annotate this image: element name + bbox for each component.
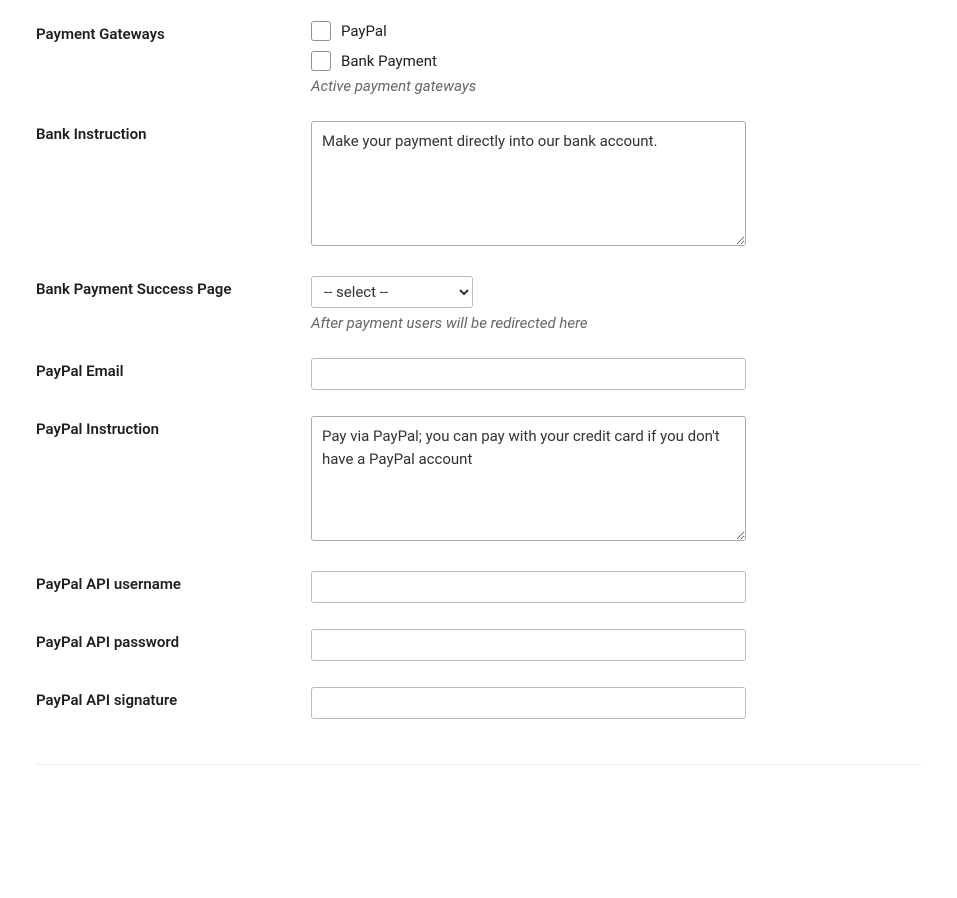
row-bank-success-page: Bank Payment Success Page -- select -- A…: [36, 270, 921, 352]
row-paypal-instruction: PayPal Instruction Pay via PayPal; you c…: [36, 410, 921, 565]
row-bank-instruction: Bank Instruction Make your payment direc…: [36, 115, 921, 270]
textarea-paypal-instruction[interactable]: Pay via PayPal; you can pay with your cr…: [311, 416, 746, 541]
label-paypal-instruction: PayPal Instruction: [36, 410, 311, 565]
label-payment-gateways: Payment Gateways: [36, 15, 311, 115]
textarea-bank-instruction[interactable]: Make your payment directly into our bank…: [311, 121, 746, 246]
checkbox-paypal[interactable]: [311, 21, 331, 41]
label-paypal-email: PayPal Email: [36, 352, 311, 410]
select-bank-success-page[interactable]: -- select --: [311, 276, 473, 308]
input-paypal-api-password[interactable]: [311, 629, 746, 661]
label-paypal-api-signature: PayPal API signature: [36, 681, 311, 739]
settings-form-table: Payment Gateways PayPal Bank Payment Act…: [36, 15, 921, 739]
label-paypal-api-password: PayPal API password: [36, 623, 311, 681]
checkbox-row-paypal: PayPal: [311, 21, 911, 41]
label-bank-success-page: Bank Payment Success Page: [36, 270, 311, 352]
label-paypal-api-username: PayPal API username: [36, 565, 311, 623]
checkbox-row-bank: Bank Payment: [311, 51, 911, 71]
row-paypal-api-signature: PayPal API signature: [36, 681, 921, 739]
row-paypal-api-password: PayPal API password: [36, 623, 921, 681]
row-payment-gateways: Payment Gateways PayPal Bank Payment Act…: [36, 15, 921, 115]
input-paypal-api-signature[interactable]: [311, 687, 746, 719]
checkbox-label-paypal: PayPal: [341, 22, 387, 40]
checkbox-bank[interactable]: [311, 51, 331, 71]
input-paypal-api-username[interactable]: [311, 571, 746, 603]
description-payment-gateways: Active payment gateways: [311, 77, 911, 95]
row-paypal-email: PayPal Email: [36, 352, 921, 410]
section-divider: [36, 764, 921, 765]
description-bank-success-page: After payment users will be redirected h…: [311, 314, 911, 332]
checkbox-label-bank: Bank Payment: [341, 52, 437, 70]
row-paypal-api-username: PayPal API username: [36, 565, 921, 623]
input-paypal-email[interactable]: [311, 358, 746, 390]
label-bank-instruction: Bank Instruction: [36, 115, 311, 270]
